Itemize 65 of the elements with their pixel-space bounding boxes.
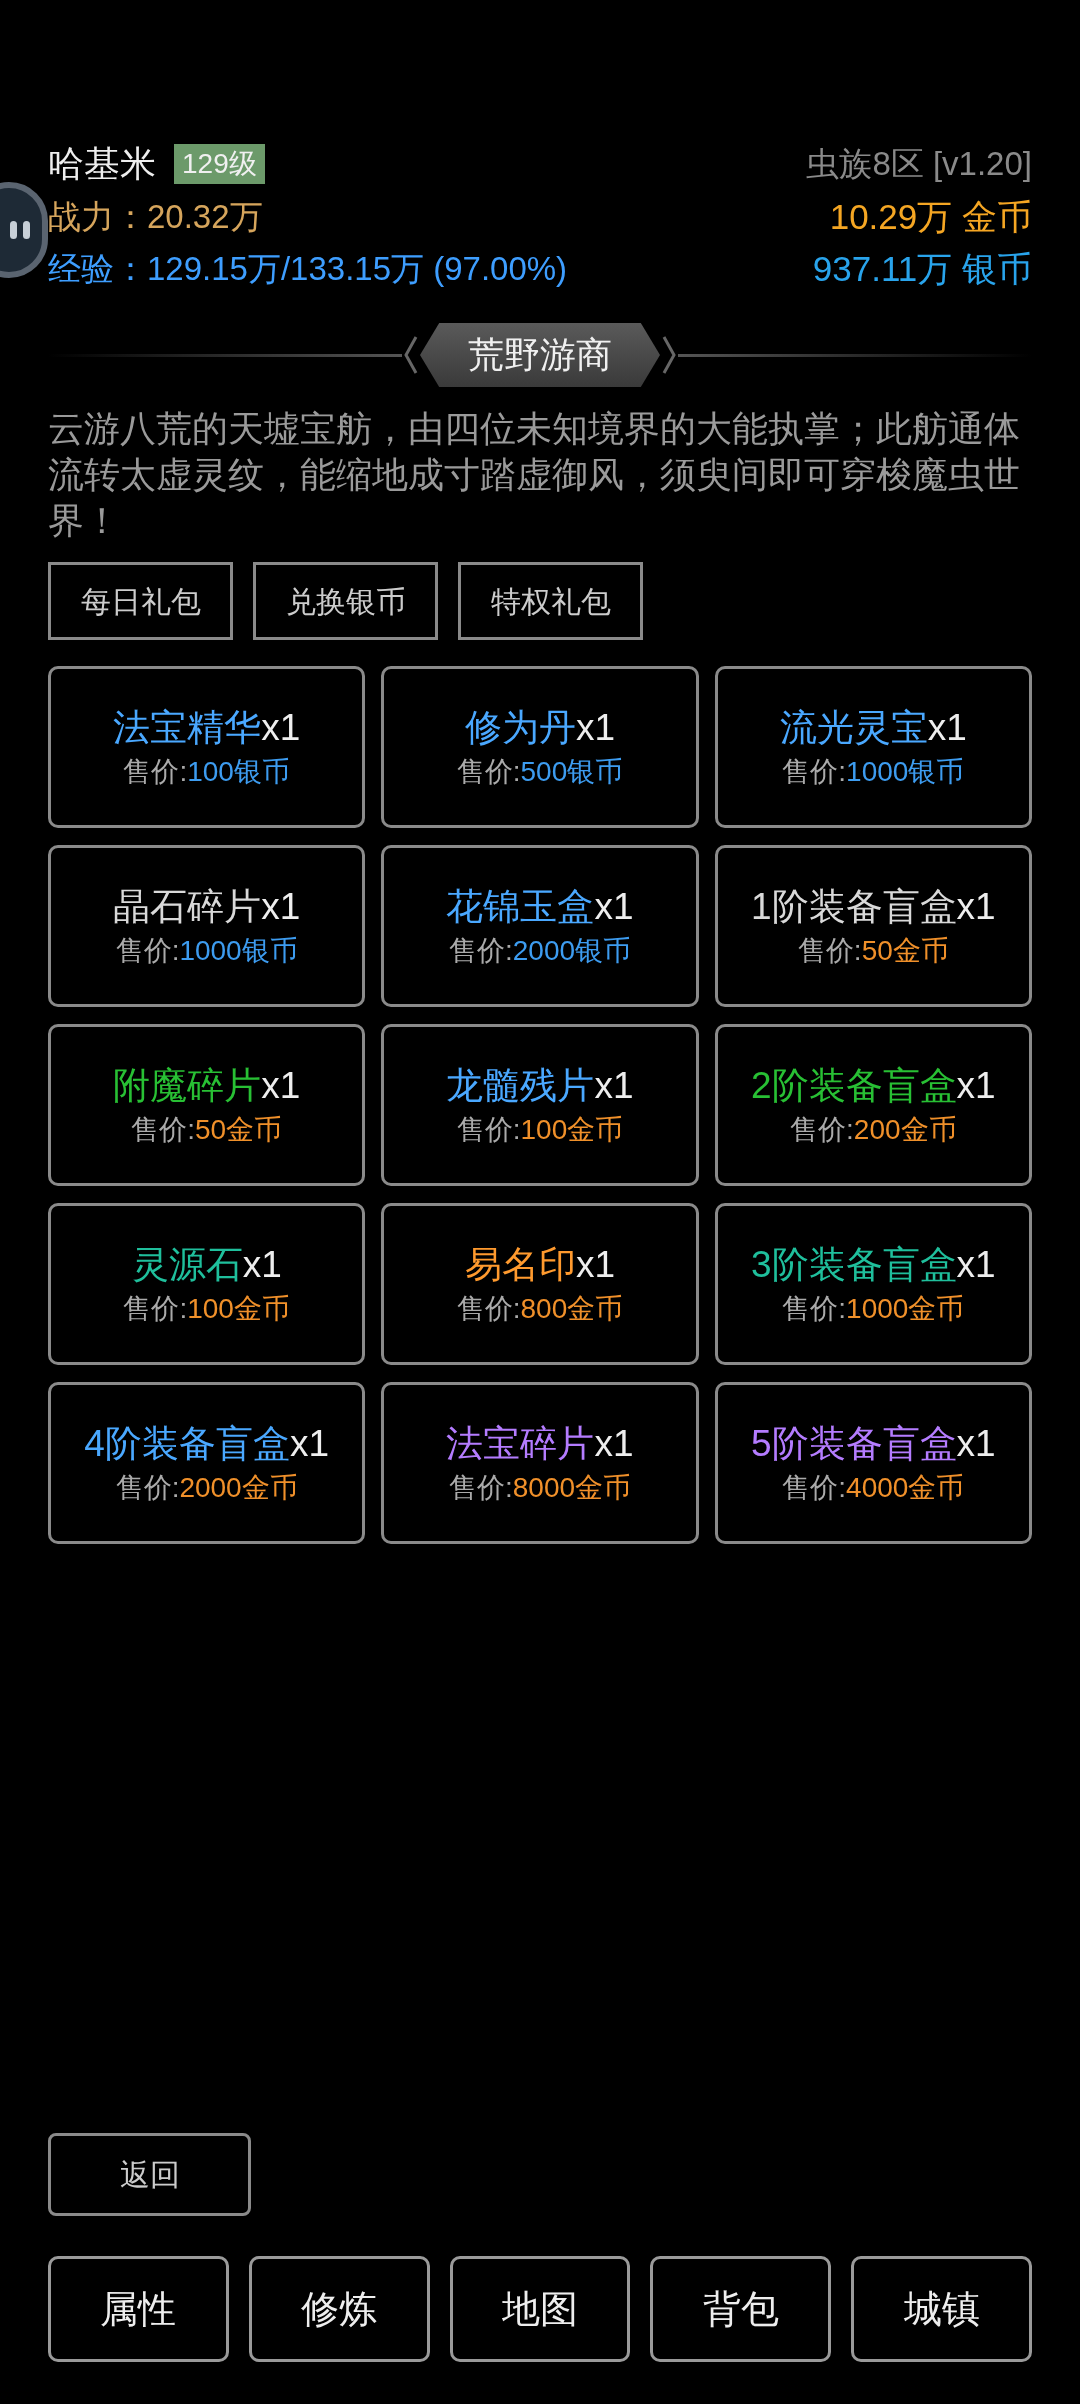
shop-item-card[interactable]: 龙髓残片x1 售价:100金币 bbox=[381, 1024, 699, 1186]
shop-item-card[interactable]: 1阶装备盲盒x1 售价:50金币 bbox=[714, 845, 1032, 1007]
item-price: 售价:50金币 bbox=[131, 1113, 283, 1147]
item-price: 售价:50金币 bbox=[797, 934, 949, 968]
item-name: 流光灵宝x1 bbox=[779, 706, 967, 750]
item-name: 4阶装备盲盒x1 bbox=[84, 1422, 329, 1466]
item-price: 售价:8000金币 bbox=[448, 1471, 632, 1505]
nav-button[interactable]: 城镇 bbox=[851, 2256, 1032, 2362]
item-price: 售价:2000金币 bbox=[115, 1471, 298, 1505]
shop-item-card[interactable]: 3阶装备盲盒x1 售价:1000金币 bbox=[714, 1203, 1032, 1365]
item-name: 法宝碎片x1 bbox=[446, 1422, 634, 1466]
server-version: 虫族8区 [v1.20] bbox=[806, 144, 1032, 184]
shop-item-card[interactable]: 晶石碎片x1 售价:1000银币 bbox=[48, 845, 366, 1007]
level-badge: 129级 bbox=[174, 144, 265, 184]
item-name: 龙髓残片x1 bbox=[446, 1064, 634, 1108]
chevron-icon bbox=[662, 335, 676, 375]
nav-button[interactable]: 属性 bbox=[48, 2256, 229, 2362]
item-name: 易名印x1 bbox=[464, 1243, 616, 1287]
item-name: 附魔碎片x1 bbox=[113, 1064, 301, 1108]
item-price: 售价:1000银币 bbox=[115, 934, 298, 968]
shop-item-card[interactable]: 2阶装备盲盒x1 售价:200金币 bbox=[714, 1024, 1032, 1186]
experience: 经验：129.15万/133.15万 (97.00%) bbox=[48, 249, 568, 289]
tab-button[interactable]: 特权礼包 bbox=[458, 562, 643, 640]
item-price: 售价:800金币 bbox=[456, 1292, 624, 1326]
shop-item-card[interactable]: 花锦玉盒x1 售价:2000银币 bbox=[381, 845, 699, 1007]
item-name: 3阶装备盲盒x1 bbox=[751, 1243, 996, 1287]
tab-button[interactable]: 每日礼包 bbox=[48, 562, 233, 640]
item-price: 售价:100金币 bbox=[123, 1292, 290, 1326]
nav-button[interactable]: 地图 bbox=[449, 2256, 631, 2362]
player-name: 哈基米 bbox=[48, 146, 156, 182]
coin-balance: 10.29万 金币 bbox=[829, 196, 1032, 238]
shop-item-card[interactable]: 易名印x1 售价:800金币 bbox=[381, 1203, 699, 1365]
item-name: 花锦玉盒x1 bbox=[446, 885, 634, 929]
item-name: 2阶装备盲盒x1 bbox=[751, 1064, 996, 1108]
shop-item-card[interactable]: 附魔碎片x1 售价:50金币 bbox=[48, 1024, 366, 1186]
nav-button[interactable]: 修炼 bbox=[248, 2256, 430, 2362]
item-price: 售价:2000银币 bbox=[448, 934, 632, 968]
title-banner: 荒野游商 bbox=[420, 323, 660, 387]
shop-item-card[interactable]: 5阶装备盲盒x1 售价:4000金币 bbox=[714, 1382, 1032, 1544]
item-price: 售价:4000金币 bbox=[782, 1471, 965, 1505]
item-name: 5阶装备盲盒x1 bbox=[751, 1422, 996, 1466]
shop-item-card[interactable]: 修为丹x1 售价:500银币 bbox=[381, 666, 699, 828]
nav-button[interactable]: 背包 bbox=[650, 2256, 832, 2362]
shop-item-card[interactable]: 灵源石x1 售价:100金币 bbox=[48, 1203, 366, 1365]
shop-item-card[interactable]: 法宝精华x1 售价:100银币 bbox=[48, 666, 366, 828]
shop-item-card[interactable]: 法宝碎片x1 售价:8000金币 bbox=[381, 1382, 699, 1544]
item-name: 法宝精华x1 bbox=[113, 706, 301, 750]
item-price: 售价:500银币 bbox=[456, 755, 624, 789]
item-price: 售价:200金币 bbox=[790, 1113, 957, 1147]
item-name: 1阶装备盲盒x1 bbox=[751, 885, 996, 929]
description-text: 云游八荒的天墟宝舫，由四位未知境界的大能执掌；此舫通体流转太虚灵纹，能缩地成寸踏虚御风，须臾间即可穿梭魔虫世界！ bbox=[48, 407, 1021, 543]
item-price: 售价:1000银币 bbox=[782, 755, 965, 789]
item-name: 修为丹x1 bbox=[464, 706, 616, 750]
item-price: 售价:100银币 bbox=[123, 755, 290, 789]
shop-item-card[interactable]: 4阶装备盲盒x1 售价:2000金币 bbox=[48, 1382, 366, 1544]
currency-balance: 937.11万 银币 bbox=[812, 248, 1032, 290]
item-price: 售价:100金币 bbox=[456, 1113, 624, 1147]
chevron-icon bbox=[404, 335, 418, 375]
back-button[interactable]: 返回 bbox=[48, 2133, 251, 2216]
item-name: 晶石碎片x1 bbox=[113, 885, 301, 929]
item-name: 灵源石x1 bbox=[131, 1243, 282, 1287]
item-price: 售价:1000金币 bbox=[782, 1292, 965, 1326]
shop-item-card[interactable]: 流光灵宝x1 售价:1000银币 bbox=[714, 666, 1032, 828]
tab-button[interactable]: 兑换银币 bbox=[253, 562, 438, 640]
combat-power: 战力：20.32万 bbox=[48, 197, 264, 237]
